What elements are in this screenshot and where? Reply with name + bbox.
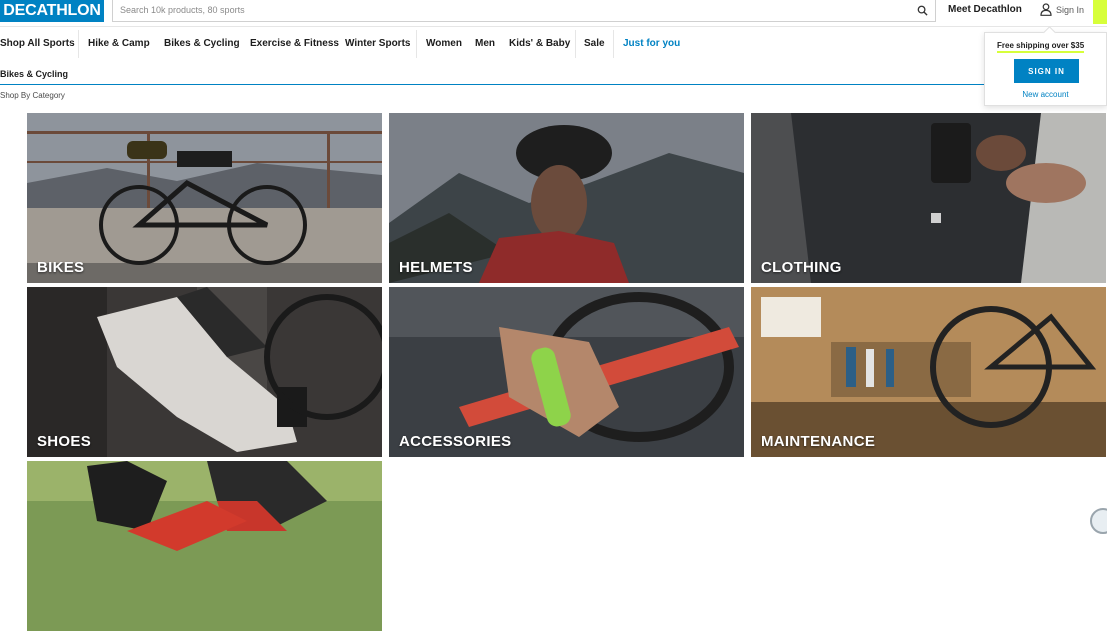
chat-help-button[interactable] [1090,508,1107,534]
category-tile-partial[interactable] [27,461,382,631]
category-tile-shoes[interactable]: SHOES [27,287,382,457]
nav-divider [575,30,576,58]
helmets-image [389,113,744,283]
nav-item-bikes-cycling[interactable]: Bikes & Cycling [164,38,240,49]
nav-item-kids-baby[interactable]: Kids' & Baby [509,38,570,49]
category-label: SHOES [37,433,92,450]
meet-decathlon-link[interactable]: Meet Decathlon [948,4,1022,15]
category-tile-accessories[interactable]: ACCESSORIES [389,287,744,457]
nav-item-just-for-you[interactable]: Just for you [623,38,680,49]
category-label: BIKES [37,259,85,276]
sign-in-popover: Free shipping over $35 SIGN IN New accou… [984,26,1107,106]
category-tile-maintenance[interactable]: MAINTENANCE [751,287,1106,457]
nav-item-exercise-fitness[interactable]: Exercise & Fitness [250,38,339,49]
category-tile-helmets[interactable]: HELMETS [389,113,744,283]
main-nav: Shop All Sports Hike & Camp Bikes & Cycl… [0,30,1107,58]
category-tile-clothing[interactable]: CLOTHING [751,113,1106,283]
section-subtitle: Shop By Category [0,91,65,100]
accessories-image [389,287,744,457]
category-label: HELMETS [399,259,473,276]
clothing-image [751,113,1106,283]
nav-item-shop-all-sports[interactable]: Shop All Sports [0,38,75,49]
top-header: DECATHLON Meet Decathlon Sign In [0,0,1107,27]
search-bar [112,0,936,22]
nav-divider [78,30,79,58]
user-icon [1040,3,1052,16]
free-shipping-text: Free shipping over $35 [997,41,1085,53]
new-account-link[interactable]: New account [985,90,1106,99]
bikes-image [27,113,382,283]
nav-divider [416,30,417,58]
search-icon[interactable] [917,5,928,16]
title-underline [0,84,990,85]
cart-tab[interactable] [1093,0,1107,24]
cycling-image [27,461,382,631]
maintenance-image [751,287,1106,457]
nav-item-sale[interactable]: Sale [584,38,605,49]
shoes-image [27,287,382,457]
sign-in-link[interactable]: Sign In [1040,3,1084,16]
nav-divider [613,30,614,58]
decathlon-logo[interactable]: DECATHLON [0,0,104,22]
category-tile-bikes[interactable]: BIKES [27,113,382,283]
nav-item-hike-camp[interactable]: Hike & Camp [88,38,150,49]
sign-in-label: Sign In [1056,4,1085,15]
sign-in-button[interactable]: SIGN IN [1014,59,1079,83]
search-input[interactable] [113,0,907,20]
popover-caret [1043,26,1056,39]
category-label: CLOTHING [761,259,842,276]
category-label: MAINTENANCE [761,433,876,450]
nav-item-women[interactable]: Women [426,38,462,49]
category-label: ACCESSORIES [399,433,512,450]
page-title: Bikes & Cycling [0,69,69,79]
nav-item-men[interactable]: Men [475,38,495,49]
nav-item-winter-sports[interactable]: Winter Sports [345,38,410,49]
